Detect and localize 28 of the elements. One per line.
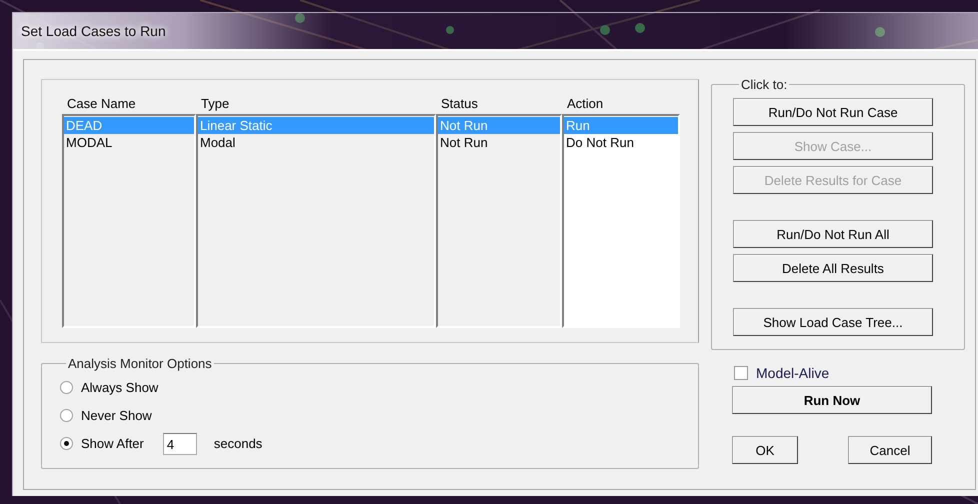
table-cell[interactable]: Do Not Run — [564, 134, 678, 151]
cancel-button[interactable]: Cancel — [848, 436, 932, 464]
table-cell[interactable]: MODAL — [64, 134, 194, 151]
radio-label[interactable]: Always Show — [81, 380, 158, 395]
seconds-field[interactable]: 4 — [162, 432, 197, 454]
unit-label: seconds — [214, 436, 262, 451]
run-now-button[interactable]: Run Now — [732, 386, 932, 414]
column-header[interactable]: Case Name — [62, 96, 196, 110]
radio-button[interactable] — [60, 409, 73, 422]
checkbox[interactable] — [734, 366, 748, 380]
radio-label[interactable]: Never Show — [81, 408, 152, 423]
checkbox-label[interactable]: Model-Alive — [756, 364, 830, 380]
action-button[interactable]: Delete All Results — [733, 254, 933, 282]
column-header[interactable]: Status — [436, 96, 562, 110]
column-header[interactable]: Type — [196, 96, 436, 110]
action-button[interactable]: Run/Do Not Run All — [733, 220, 933, 248]
table-cell[interactable]: Modal — [198, 134, 434, 151]
radio-label[interactable]: Show After — [81, 436, 144, 451]
column-header[interactable]: Action — [562, 96, 680, 110]
action-button[interactable]: Run/Do Not Run Case — [733, 98, 933, 126]
action-button[interactable]: Show Load Case Tree... — [733, 308, 933, 336]
window-title: Set Load Cases to Run — [20, 22, 167, 41]
radio-button[interactable] — [60, 381, 73, 394]
table-cell[interactable]: Not Run — [438, 134, 560, 151]
group-title: Analysis Monitor Options — [67, 356, 213, 371]
radio-button[interactable] — [60, 437, 73, 450]
group-title: Click to: — [740, 77, 788, 92]
ok-button[interactable]: OK — [732, 436, 798, 464]
